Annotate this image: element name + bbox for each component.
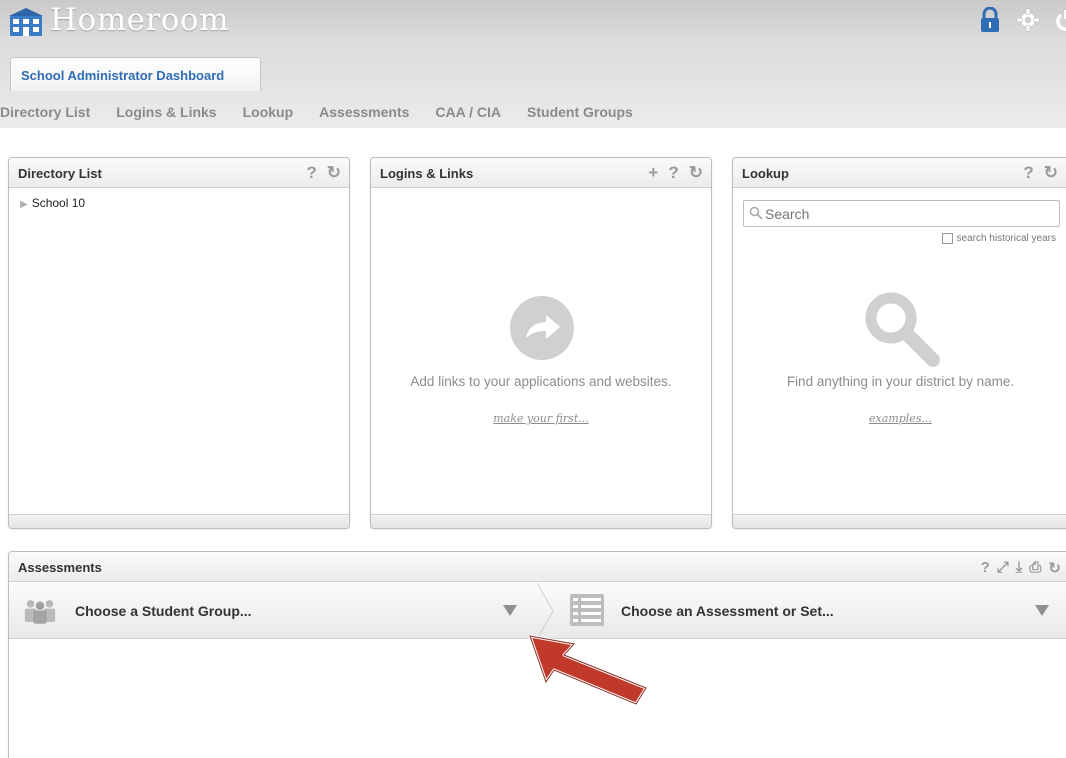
add-icon[interactable]: + [648,164,658,182]
assessment-dropdown[interactable]: Choose an Assessment or Set... [555,583,1055,639]
gear-icon[interactable] [1016,7,1040,33]
assessments-panel: Assessments ? ⤢ ⤓ ⎙ ↻ Choose a Student G… [8,551,1066,758]
panel-tools: ? ↻ [306,164,341,182]
help-icon[interactable]: ? [668,164,678,182]
panel-tools: ? ⤢ ⤓ ⎙ ↻ [981,559,1061,577]
nav-logins-links[interactable]: Logins & Links [116,104,216,120]
tab-school-administrator-dashboard[interactable]: School Administrator Dashboard [10,57,261,91]
panel-header: Logins & Links + ? ↻ [371,158,711,188]
power-icon[interactable] [1054,7,1066,33]
lock-icon[interactable] [978,6,1002,33]
examples-link[interactable]: examples... [733,412,1066,425]
panel-title: Assessments [18,560,102,575]
print-icon[interactable]: ⎙ [1029,559,1041,577]
student-group-icon [24,600,56,624]
nav-assessments[interactable]: Assessments [319,104,409,120]
nav-directory-list[interactable]: Directory List [0,104,90,120]
tree-item-school[interactable]: ▶ School 10 [20,196,85,210]
lookup-panel: Lookup ? ↻ search historical years Find … [732,157,1066,529]
refresh-icon[interactable]: ↻ [1044,164,1058,182]
historical-years-checkbox[interactable] [941,233,953,244]
expand-icon[interactable]: ⤢ [997,559,1009,577]
panel-footer [371,514,711,528]
nav-lookup[interactable]: Lookup [243,104,294,120]
nav-student-groups[interactable]: Student Groups [527,104,633,120]
student-group-dropdown[interactable]: Choose a Student Group... [9,583,537,639]
logins-links-panel: Logins & Links + ? ↻ Add links to your a… [370,157,712,529]
assessment-selector-bar: Choose a Student Group... Choose an Asse… [9,583,1066,639]
download-icon[interactable]: ⤓ [1016,559,1023,577]
make-first-link[interactable]: make your first... [371,412,711,425]
expand-triangle-icon[interactable]: ▶ [20,199,28,210]
empty-state-text: Add links to your applications and websi… [410,374,672,389]
help-icon[interactable]: ? [306,164,316,182]
app-title: Homeroom [50,2,229,38]
refresh-icon[interactable]: ↻ [1048,559,1061,577]
empty-state-text: Find anything in your district by name. [786,374,1015,389]
building-icon [9,8,43,36]
historical-years-option: search historical years [941,233,1056,244]
assessment-list-icon [570,594,604,626]
refresh-icon[interactable]: ↻ [327,164,341,182]
panel-header: Lookup ? ↻ [733,158,1066,188]
panel-title: Lookup [742,166,789,181]
nav-caa-cia[interactable]: CAA / CIA [435,104,501,120]
panel-footer [733,514,1066,528]
panel-title: Directory List [18,166,102,181]
refresh-icon[interactable]: ↻ [689,164,703,182]
search-input[interactable] [743,200,1060,227]
panel-footer [9,514,349,528]
help-icon[interactable]: ? [1023,164,1033,182]
directory-panel: Directory List ? ↻ ▶ School 10 [8,157,350,529]
tree-item-label: School 10 [31,196,86,210]
app-header: Homeroom School Administrator Dashboard … [0,0,1066,128]
help-icon[interactable]: ? [981,559,990,577]
magnifier-icon [865,292,940,367]
panel-title: Logins & Links [380,166,474,181]
panel-tools: ? ↻ [1023,164,1058,182]
student-group-label: Choose a Student Group... [75,603,252,619]
share-arrow-icon [510,296,574,360]
search-icon [749,206,763,220]
assessment-label: Choose an Assessment or Set... [621,603,834,619]
breadcrumb-separator [537,583,554,639]
panel-header: Assessments ? ⤢ ⤓ ⎙ ↻ [9,552,1066,582]
chevron-down-icon[interactable] [503,605,517,616]
chevron-down-icon[interactable] [1035,605,1049,616]
panel-tools: + ? ↻ [648,164,703,182]
section-nav: Directory List Logins & Links Lookup Ass… [0,104,659,120]
header-icons [978,6,1066,33]
historical-years-label: search historical years [956,233,1056,244]
panel-header: Directory List ? ↻ [9,158,349,188]
